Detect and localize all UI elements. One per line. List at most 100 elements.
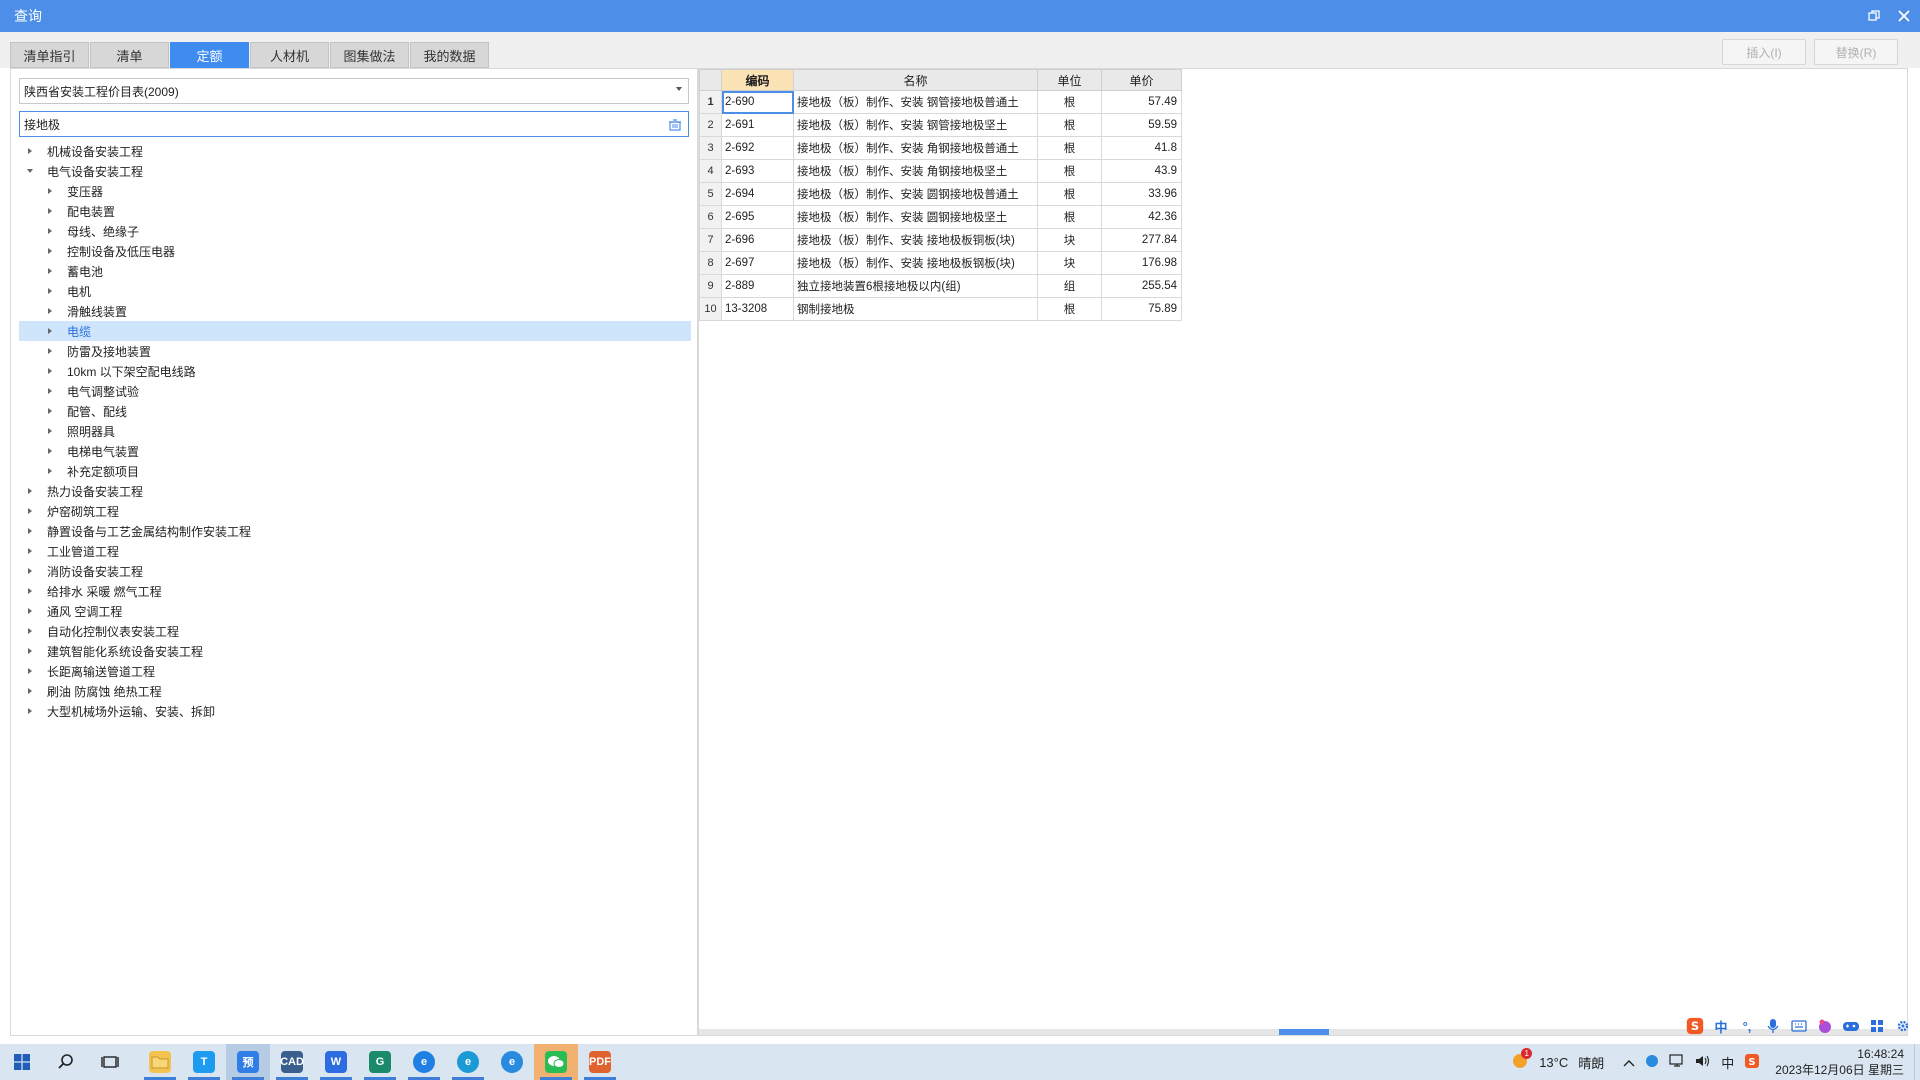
taskbar-app-wechat[interactable] [534, 1044, 578, 1080]
cell-name[interactable]: 接地极（板）制作、安装 钢管接地极普通土 [793, 90, 1038, 114]
tree-subcategory[interactable]: 母线、绝缘子 [19, 221, 691, 241]
tree-category[interactable]: 刷油 防腐蚀 绝热工程 [19, 681, 691, 701]
tree-subcategory[interactable]: 电梯电气装置 [19, 441, 691, 461]
punctuation-icon[interactable]: °, [1738, 1017, 1756, 1035]
taskbar-app-glodon[interactable]: G [358, 1044, 402, 1080]
tree-subcategory[interactable]: 控制设备及低压电器 [19, 241, 691, 261]
chevron-right-icon[interactable] [25, 546, 35, 556]
tree-subcategory[interactable]: 电气调整试验 [19, 381, 691, 401]
chevron-right-icon[interactable] [45, 206, 55, 216]
cell-code[interactable]: 2-692 [721, 136, 794, 160]
tab-list-guide[interactable]: 清单指引 [10, 42, 89, 68]
chevron-right-icon[interactable] [45, 306, 55, 316]
table-row[interactable]: 4 2-693 接地极（板）制作、安装 角钢接地极坚土根 43.9 [699, 159, 1182, 183]
tree-subcategory[interactable]: 滑触线装置 [19, 301, 691, 321]
cell-code[interactable]: 2-695 [721, 205, 794, 229]
table-row[interactable]: 6 2-695 接地极（板）制作、安装 圆钢接地极坚土根 42.36 [699, 205, 1182, 229]
close-icon[interactable] [1896, 8, 1912, 24]
tree-category[interactable]: 通风 空调工程 [19, 601, 691, 621]
chevron-right-icon[interactable] [45, 426, 55, 436]
cell-price[interactable]: 176.98 [1101, 251, 1182, 275]
cell-code[interactable]: 2-691 [721, 113, 794, 137]
tree-category[interactable]: 热力设备安装工程 [19, 481, 691, 501]
network-icon[interactable] [1669, 1053, 1685, 1071]
cell-unit[interactable]: 块 [1037, 251, 1102, 275]
cell-unit[interactable]: 根 [1037, 136, 1102, 160]
table-row[interactable]: 8 2-697 接地极（板）制作、安装 接地极板钢板(块) 块 176.98 [699, 251, 1182, 275]
cell-code[interactable]: 2-690 [721, 90, 794, 114]
microphone-icon[interactable] [1764, 1017, 1782, 1035]
volume-icon[interactable] [1695, 1054, 1711, 1071]
sogou-tray-icon[interactable]: S [1744, 1053, 1760, 1072]
tree-subcategory[interactable]: 变压器 [19, 181, 691, 201]
taskbar-app-pdf[interactable]: PDF [578, 1044, 622, 1080]
tree-subcategory[interactable]: 配管、配线 [19, 401, 691, 421]
column-header-code[interactable]: 编码 [721, 69, 794, 91]
library-select[interactable]: 陕西省安装工程价目表(2009) [19, 78, 689, 104]
column-header-unit[interactable]: 单位 [1037, 69, 1102, 91]
column-header-name[interactable]: 名称 [793, 69, 1038, 91]
tree-category[interactable]: 长距离输送管道工程 [19, 661, 691, 681]
cell-unit[interactable]: 组 [1037, 274, 1102, 298]
task-view-button[interactable] [88, 1044, 132, 1080]
cell-unit[interactable]: 根 [1037, 182, 1102, 206]
column-header-price[interactable]: 单价 [1101, 69, 1182, 91]
cell-code[interactable]: 2-889 [721, 274, 794, 298]
cell-price[interactable]: 42.36 [1101, 205, 1182, 229]
cell-name[interactable]: 接地极（板）制作、安装 圆钢接地极普通土 [793, 182, 1038, 206]
taskbar-app-explorer[interactable] [138, 1044, 182, 1080]
cell-code[interactable]: 2-696 [721, 228, 794, 252]
taskbar-app-t[interactable]: T [182, 1044, 226, 1080]
tree-subcategory[interactable]: 补充定额项目 [19, 461, 691, 481]
taskbar-app-ie[interactable]: e [490, 1044, 534, 1080]
tab-quota[interactable]: 定额 [170, 42, 249, 68]
chevron-right-icon[interactable] [45, 326, 55, 336]
toolbox-icon[interactable] [1868, 1017, 1886, 1035]
chevron-right-icon[interactable] [25, 146, 35, 156]
cell-unit[interactable]: 根 [1037, 90, 1102, 114]
search-input[interactable] [24, 117, 644, 131]
show-desktop-button[interactable] [1914, 1044, 1920, 1080]
tab-my-data[interactable]: 我的数据 [410, 42, 489, 68]
chevron-right-icon[interactable] [45, 446, 55, 456]
cell-name[interactable]: 独立接地装置6根接地极以内(组) [793, 274, 1038, 298]
chevron-right-icon[interactable] [25, 586, 35, 596]
cell-unit[interactable]: 根 [1037, 159, 1102, 183]
tree-category[interactable]: 大型机械场外运输、安装、拆卸 [19, 701, 691, 721]
browser-tray-icon[interactable] [1645, 1054, 1659, 1071]
settings-gear-icon[interactable] [1894, 1017, 1912, 1035]
chevron-right-icon[interactable] [25, 646, 35, 656]
tree-subcategory[interactable]: 防雷及接地装置 [19, 341, 691, 361]
tree-subcategory[interactable]: 10km 以下架空配电线路 [19, 361, 691, 381]
weather-icon[interactable]: 1 [1511, 1047, 1533, 1073]
tree-category[interactable]: 工业管道工程 [19, 541, 691, 561]
tree-category[interactable]: 静置设备与工艺金属结构制作安装工程 [19, 521, 691, 541]
cell-price[interactable]: 57.49 [1101, 90, 1182, 114]
chevron-down-icon[interactable] [676, 87, 682, 91]
cell-name[interactable]: 接地极（板）制作、安装 角钢接地极普通土 [793, 136, 1038, 160]
cell-name[interactable]: 接地极（板）制作、安装 圆钢接地极坚土 [793, 205, 1038, 229]
tree-category[interactable]: 电气设备安装工程 [19, 161, 691, 181]
tab-list[interactable]: 清单 [90, 42, 169, 68]
chevron-right-icon[interactable] [45, 406, 55, 416]
chevron-right-icon[interactable] [25, 486, 35, 496]
cell-code[interactable]: 2-693 [721, 159, 794, 183]
cell-code[interactable]: 2-694 [721, 182, 794, 206]
tab-labor-material-machine[interactable]: 人材机 [250, 42, 329, 68]
chevron-right-icon[interactable] [45, 346, 55, 356]
tree-subcategory[interactable]: 蓄电池 [19, 261, 691, 281]
restore-icon[interactable] [1866, 8, 1882, 24]
tab-atlas-method[interactable]: 图集做法 [330, 42, 409, 68]
sogou-logo-icon[interactable]: S [1686, 1017, 1704, 1035]
taskbar-app-wps[interactable]: W [314, 1044, 358, 1080]
tree-subcategory[interactable]: 配电装置 [19, 201, 691, 221]
chevron-up-icon[interactable] [1623, 1055, 1635, 1070]
chevron-right-icon[interactable] [25, 506, 35, 516]
taskbar-app-edge[interactable]: e [446, 1044, 490, 1080]
chevron-right-icon[interactable] [45, 466, 55, 476]
replace-button[interactable]: 替换(R) [1814, 39, 1898, 65]
taskbar-app-yu[interactable]: 预 [226, 1044, 270, 1080]
chevron-right-icon[interactable] [25, 666, 35, 676]
tree-category[interactable]: 消防设备安装工程 [19, 561, 691, 581]
cell-name[interactable]: 钢制接地极 [793, 297, 1038, 321]
